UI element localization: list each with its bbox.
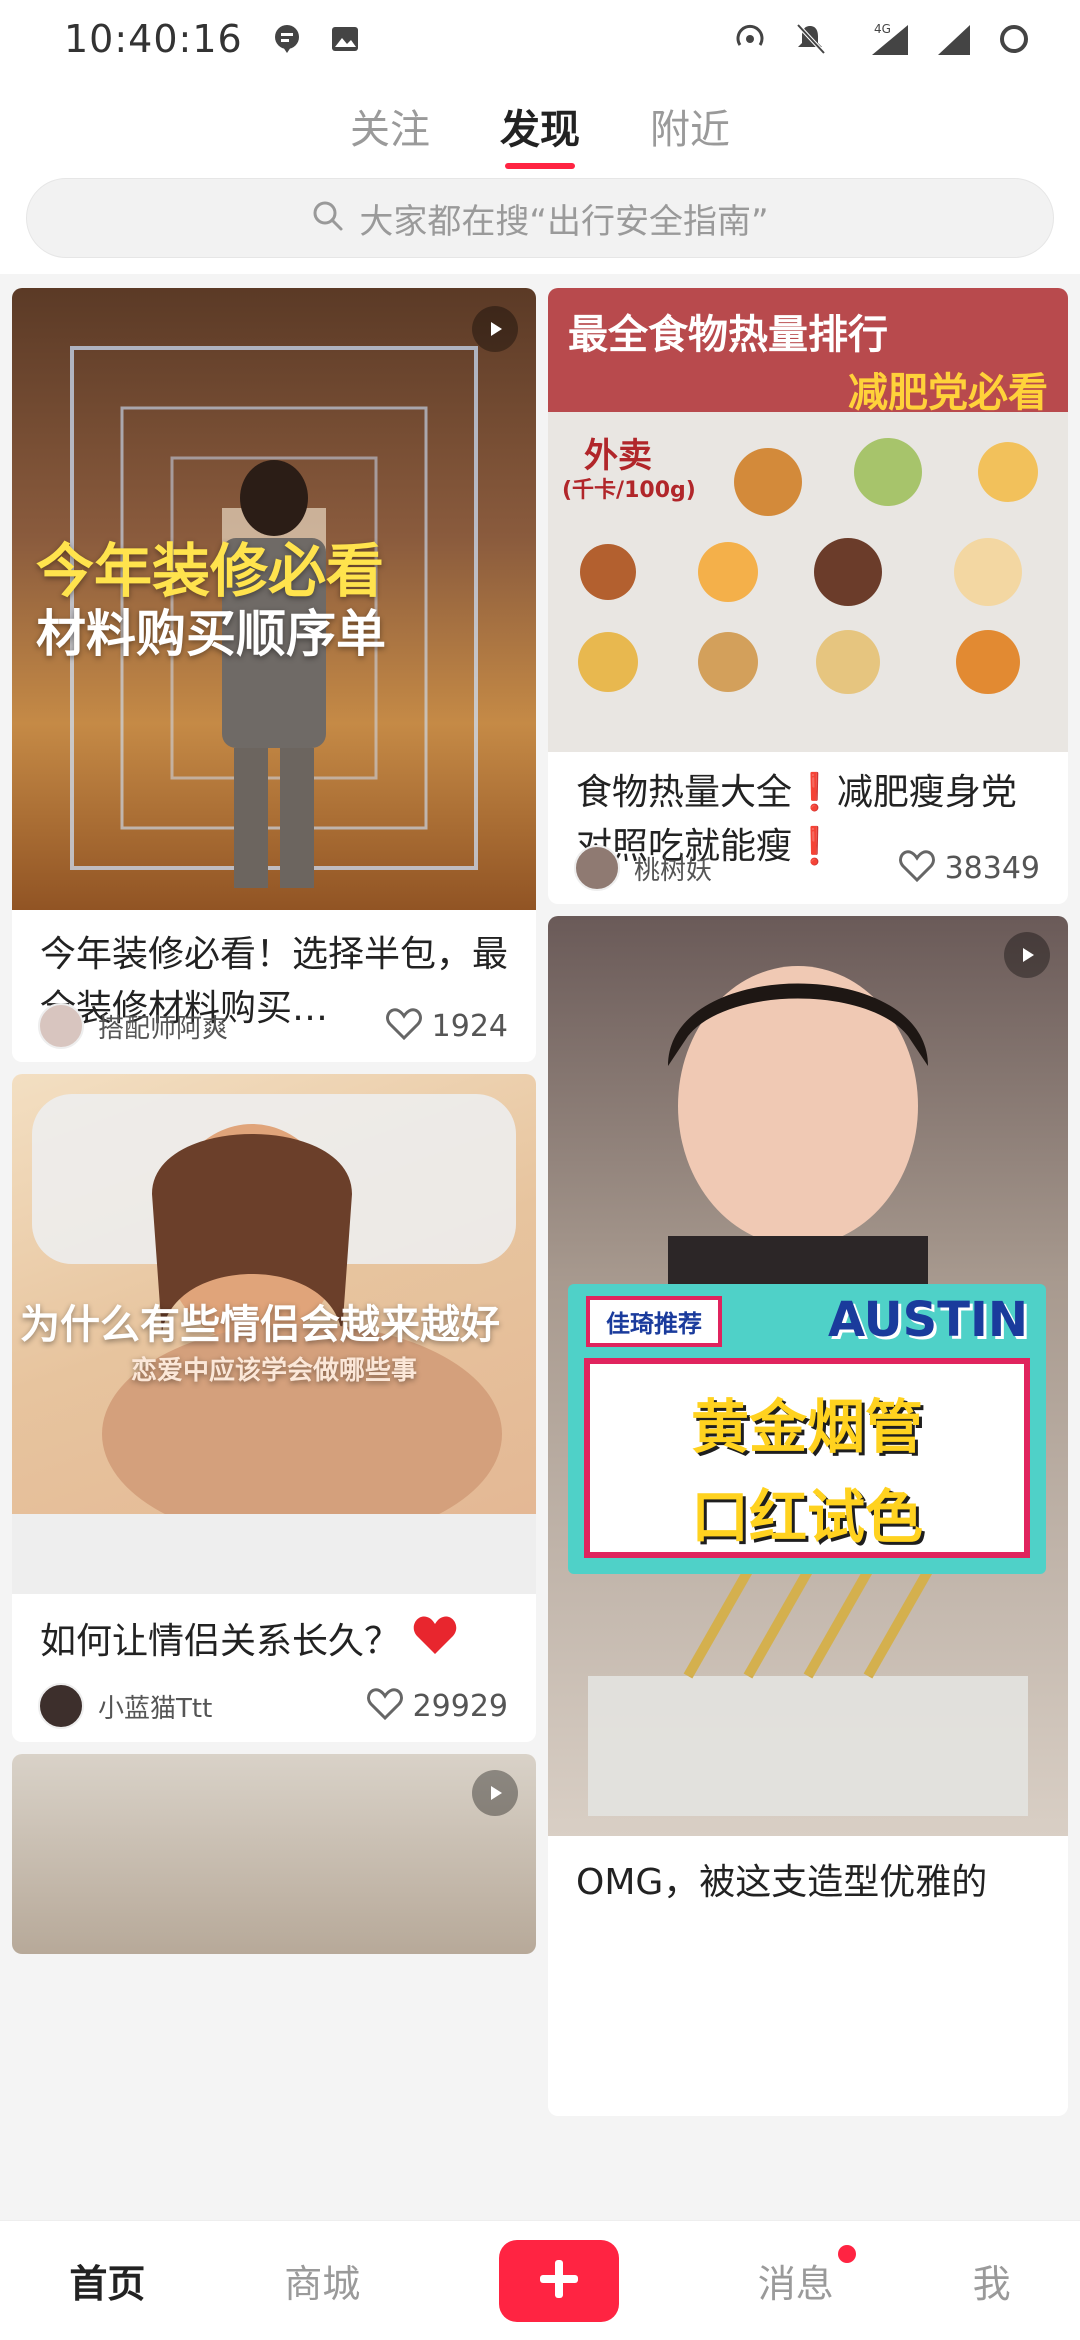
feed-card[interactable]: 今年装修必看 材料购买顺序单 今年装修必看！选择半包，最全装修材料购买… 搭配师…	[12, 288, 536, 1062]
promo-line1: 黄金烟管	[690, 1393, 923, 1461]
video-play-icon	[472, 306, 518, 352]
search-icon	[311, 199, 345, 237]
tab-nearby[interactable]: 附近	[650, 87, 730, 165]
mobile-signal-icon: 4G	[852, 21, 912, 57]
promo-tag: 佳琦推荐	[586, 1296, 722, 1347]
card-title: OMG，被这支造型优雅的	[576, 1862, 988, 1903]
publish-button[interactable]	[498, 2239, 619, 2322]
tab-label: 发现	[500, 107, 580, 153]
like-button[interactable]: 29929	[366, 1688, 508, 1724]
promo-brand: AUSTIN	[828, 1292, 1028, 1348]
status-notification-icons	[269, 21, 363, 57]
cover-overlay-line2: 材料购买顺序单	[36, 605, 386, 663]
nav-label: 消息	[757, 2262, 834, 2306]
tab-label: 附近	[650, 107, 730, 153]
search-area: 大家都在搜“出行安全指南”	[0, 174, 1080, 274]
feed-card[interactable]: 为什么有些情侣会越来越好 恋爱中应该学会做哪些事 如何让情侣关系长久？ 小蓝猫T…	[12, 1074, 536, 1742]
nav-label: 商城	[284, 2262, 361, 2306]
heart-icon	[898, 850, 935, 886]
nav-label: 我	[972, 2262, 1011, 2306]
nav-messages[interactable]: 消息	[757, 2245, 856, 2308]
battery-saver-icon	[996, 21, 1032, 57]
status-time: 10:40:16	[64, 17, 243, 61]
card-meta: 桃树妖 38349	[574, 842, 1040, 894]
card-cover-image: 为什么有些情侣会越来越好 恋爱中应该学会做哪些事	[12, 1074, 536, 1594]
mute-bell-icon	[792, 21, 828, 57]
food-header: 最全食物热量排行 减肥党必看	[548, 288, 1068, 416]
image-notification-icon	[327, 21, 363, 57]
unread-dot	[837, 2245, 856, 2263]
heart-icon	[385, 1008, 422, 1044]
signal-icon	[936, 21, 972, 57]
feed-card[interactable]: 最全食物热量排行 减肥党必看 外卖 (千卡/100g) 食物热量大全❗减肥瘦身党…	[548, 288, 1068, 904]
red-heart-icon	[411, 1614, 459, 1672]
cover-overlay-line1: 为什么有些情侣会越来越好	[20, 1302, 500, 1348]
plus-icon	[534, 2254, 584, 2308]
nav-label: 首页	[69, 2262, 146, 2306]
card-title-text: 如何让情侣关系长久？	[40, 1621, 401, 1662]
tab-follow[interactable]: 关注	[350, 87, 430, 165]
card-cover-image: 佳琦推荐 AUSTIN 黄金烟管 口红试色	[548, 916, 1068, 1836]
tab-label: 关注	[350, 107, 430, 153]
status-system-icons: 4G	[732, 21, 1032, 57]
cover-overlay-line2: 恋爱中应该学会做哪些事	[130, 1356, 417, 1386]
status-bar: 10:40:16 4G	[0, 0, 1080, 78]
card-cover-image: 最全食物热量排行 减肥党必看 外卖 (千卡/100g)	[548, 288, 1068, 752]
avatar[interactable]	[574, 845, 620, 891]
author-name[interactable]: 桃树妖	[634, 850, 712, 887]
tab-discover[interactable]: 发现	[500, 87, 580, 169]
card-meta: 搭配师阿爽 1924	[38, 1000, 508, 1052]
hotspot-icon	[732, 21, 768, 57]
like-button[interactable]: 1924	[385, 1008, 508, 1044]
video-play-icon	[1004, 932, 1050, 978]
card-title: 如何让情侣关系长久？	[40, 1614, 508, 1672]
message-notification-icon	[269, 21, 305, 57]
food-header-line1: 最全食物热量排行	[568, 312, 888, 358]
bottom-navigation: 首页 商城 消息 我	[0, 2220, 1080, 2340]
like-count: 1924	[431, 1008, 508, 1044]
like-count: 29929	[412, 1688, 508, 1724]
top-tabs: 关注 发现 附近	[0, 78, 1080, 174]
discover-feed[interactable]: 今年装修必看 材料购买顺序单 今年装修必看！选择半包，最全装修材料购买… 搭配师…	[0, 274, 1080, 2220]
card-cover-image	[12, 1754, 536, 1954]
nav-me[interactable]: 我	[973, 2253, 1011, 2308]
author-name[interactable]: 搭配师阿爽	[98, 1008, 228, 1045]
avatar[interactable]	[38, 1003, 84, 1049]
avatar[interactable]	[38, 1683, 84, 1729]
heart-icon	[366, 1688, 403, 1724]
nav-home[interactable]: 首页	[69, 2253, 145, 2308]
like-count: 38349	[944, 850, 1040, 886]
network-type-label: 4G	[874, 22, 891, 36]
promo-line2: 口红试色	[690, 1483, 923, 1551]
search-placeholder: 大家都在搜“出行安全指南”	[359, 201, 769, 242]
search-input[interactable]: 大家都在搜“出行安全指南”	[26, 178, 1054, 258]
food-header-line2: 减肥党必看	[848, 370, 1048, 416]
feed-card[interactable]	[12, 1754, 536, 1954]
author-name[interactable]: 小蓝猫Ttt	[98, 1688, 212, 1725]
active-tab-indicator	[505, 163, 575, 169]
card-cover-image: 今年装修必看 材料购买顺序单	[12, 288, 536, 910]
nav-mall[interactable]: 商城	[284, 2253, 360, 2308]
card-meta: 小蓝猫Ttt 29929	[38, 1680, 508, 1732]
promo-title-box: 黄金烟管 口红试色	[584, 1358, 1030, 1558]
promo-banner: 佳琦推荐 AUSTIN 黄金烟管 口红试色	[568, 1284, 1046, 1574]
feed-card[interactable]: 佳琦推荐 AUSTIN 黄金烟管 口红试色 OMG，被这支造型优雅的	[548, 916, 1068, 2116]
like-button[interactable]: 38349	[898, 850, 1040, 886]
video-play-icon	[472, 1770, 518, 1816]
